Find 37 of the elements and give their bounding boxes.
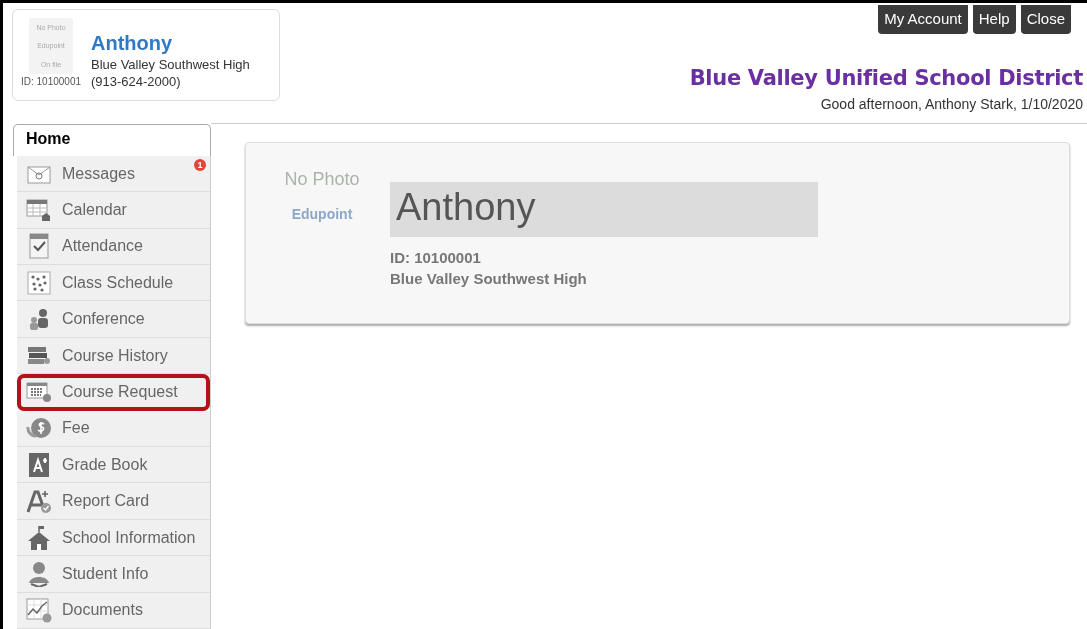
gradebook-icon [26, 451, 52, 478]
header-button[interactable]: My Account [878, 5, 968, 34]
sidebar-item[interactable]: Conference [17, 301, 210, 338]
student-icon [26, 560, 52, 587]
header-button[interactable]: Close [1020, 5, 1071, 34]
phone-number: (913-624-2000) [91, 74, 182, 89]
checkbox-icon [26, 233, 52, 260]
sidebar-item[interactable]: Messages 1 [17, 155, 210, 193]
school-name: Blue Valley Southwest High [91, 57, 250, 72]
sidebar-item[interactable]: Class Schedule [17, 265, 210, 302]
grid-icon [26, 269, 52, 296]
sidebar-item[interactable]: Course Request [17, 374, 210, 411]
sidebar-item[interactable]: Documents [17, 592, 210, 629]
student-name: Anthony [390, 181, 818, 237]
no-photo-text: No Photo [284, 168, 360, 190]
calendar-icon [26, 197, 52, 223]
grade-check-icon [26, 488, 52, 515]
sidebar-item[interactable]: Fee [17, 410, 210, 448]
sidebar-item[interactable]: Attendance [17, 228, 210, 266]
sidebar-item[interactable]: Grade Book [17, 447, 210, 484]
sidebar-item[interactable]: Report Card [17, 483, 210, 520]
student-id: ID: 10100001 [20, 76, 82, 87]
chart-check-icon [26, 597, 52, 624]
greeting: Good afternoon, Anthony Stark, 1/10/2020 [820, 96, 1083, 112]
header-button[interactable]: Help [972, 5, 1016, 34]
student-name: Anthony [91, 32, 174, 55]
sidebar-item[interactable]: Calendar [17, 192, 210, 229]
home-tab[interactable]: Home [13, 123, 211, 156]
school-name: Blue Valley Southwest High [390, 269, 588, 287]
sidebar-item[interactable]: Student Info [17, 556, 210, 593]
placeholder-logo-text: Edupoint [291, 205, 353, 222]
notification-badge: 1 [194, 158, 206, 171]
sidebar-item[interactable]: School Information [17, 519, 210, 557]
schoolhouse-icon [26, 524, 52, 551]
student-id: ID: 10100001 [390, 248, 482, 266]
sidebar-item[interactable]: Course History [17, 337, 210, 375]
district-name: Blue Valley Unified School District [689, 66, 1083, 90]
